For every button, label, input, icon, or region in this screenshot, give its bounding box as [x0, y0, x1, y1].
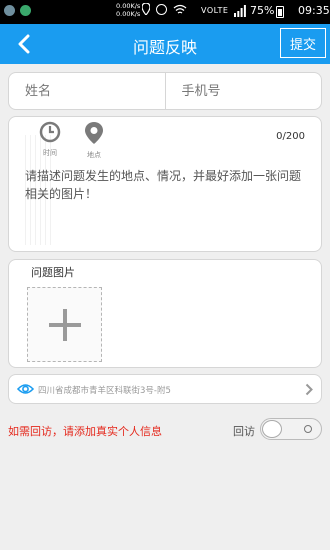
description-input[interactable]: [25, 167, 311, 227]
location-icon: [142, 3, 150, 15]
net-speed: 0.00K/s 0.00K/s: [116, 2, 140, 18]
photos-card: 问题图片: [8, 259, 322, 368]
toggle-knob: [262, 420, 282, 438]
submit-button[interactable]: 提交: [280, 28, 326, 58]
clock-icon: [39, 121, 61, 143]
app-icon: [20, 5, 31, 16]
revisit-toggle[interactable]: [260, 418, 322, 440]
battery-percent: 75%: [250, 4, 275, 17]
status-bar: 0.00K/s 0.00K/s VOLTE 75% 09:35: [0, 0, 330, 24]
time-tool[interactable]: 时间: [35, 121, 65, 158]
photos-title: 问题图片: [31, 266, 75, 279]
location-tool-label: 地点: [87, 151, 101, 159]
revisit-label: 回访: [233, 425, 255, 438]
name-field-wrap: [9, 73, 165, 109]
chevron-right-icon: [305, 383, 313, 396]
plus-icon: [48, 308, 81, 341]
phone-input[interactable]: [165, 73, 321, 109]
battery-icon: [276, 6, 284, 18]
address-row[interactable]: 四川省成都市青羊区科联街3号-附5: [8, 374, 322, 404]
name-input[interactable]: [9, 73, 165, 109]
address-text: 四川省成都市青羊区科联街3号-附5: [38, 386, 171, 396]
status-left-icons: [4, 5, 31, 16]
location-pin-icon: [85, 122, 103, 144]
alarm-icon: [156, 3, 167, 15]
net-speed-up: 0.00K/s: [116, 2, 141, 10]
clock-time: 09:35: [298, 4, 330, 17]
title-bar: 问题反映 提交: [0, 24, 330, 64]
contact-row: [8, 72, 322, 110]
wifi-icon: [173, 4, 187, 14]
time-tool-label: 时间: [43, 149, 57, 157]
sim-icon: [4, 5, 15, 16]
location-tool[interactable]: 地点: [79, 121, 109, 160]
eye-location-icon: [17, 384, 34, 394]
signal-icon: [234, 5, 246, 17]
revisit-hint: 如需回访，请添加真实个人信息: [8, 425, 162, 438]
carrier-label: VOLTE: [201, 6, 229, 15]
status-icons: [142, 3, 187, 15]
description-card: 时间 地点 0/200: [8, 116, 322, 252]
net-speed-down: 0.00K/s: [116, 10, 141, 18]
add-photo-button[interactable]: [27, 287, 102, 362]
phone-field-wrap: [164, 73, 321, 109]
char-counter: 0/200: [276, 131, 305, 142]
toggle-off-icon: [304, 425, 312, 433]
